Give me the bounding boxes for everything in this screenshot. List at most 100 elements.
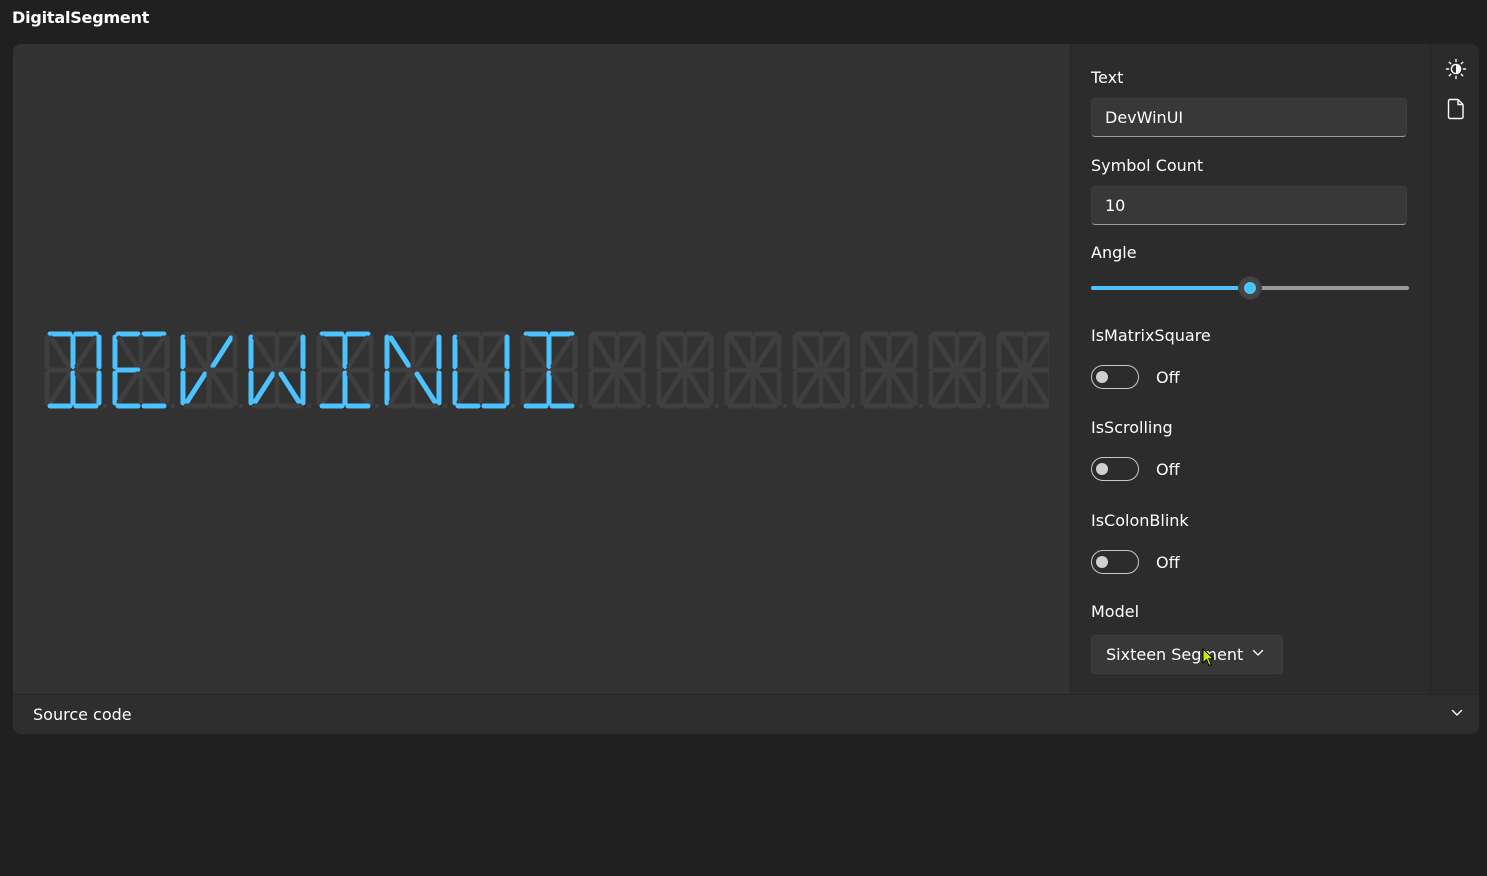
segment — [686, 371, 710, 405]
colon-blink-label: IsColonBlink — [1091, 511, 1189, 530]
segment-digit — [180, 331, 244, 409]
source-code-expander[interactable]: Source code — [13, 694, 1479, 734]
text-label: Text — [1091, 68, 1124, 87]
segment-dot — [782, 403, 788, 409]
model-dropdown[interactable]: Sixteen Segment — [1091, 635, 1283, 674]
segment — [524, 335, 548, 369]
segment-dot — [374, 403, 380, 409]
segment-dot — [986, 403, 992, 409]
segment — [864, 371, 888, 405]
segment — [346, 335, 370, 369]
toggle-knob — [1096, 463, 1108, 475]
slider-fill — [1091, 286, 1250, 290]
segment — [210, 335, 234, 369]
segment — [320, 335, 344, 369]
document-icon — [1447, 98, 1464, 120]
segment — [210, 371, 234, 405]
segment — [890, 335, 914, 369]
segment-digit — [112, 331, 176, 409]
options-panel: Text DevWinUI Symbol Count 10 Angle IsMa… — [1071, 44, 1429, 694]
chevron-down-icon — [1252, 649, 1264, 656]
segment — [252, 371, 276, 405]
segment-dot — [238, 403, 244, 409]
segment-digit — [928, 331, 992, 409]
toggle-switch[interactable] — [1091, 457, 1139, 481]
page-title: DigitalSegment — [12, 8, 150, 27]
theme-toggle-button[interactable] — [1443, 56, 1469, 82]
segment-dot — [918, 403, 924, 409]
segment — [592, 371, 616, 405]
toggle-state-text: Off — [1156, 367, 1180, 387]
colon-blink-toggle[interactable]: Off — [1091, 549, 1180, 575]
segment — [48, 371, 72, 405]
segment — [116, 335, 140, 369]
angle-label: Angle — [1091, 243, 1137, 262]
segment — [74, 335, 98, 369]
source-code-label: Source code — [33, 705, 132, 724]
segment — [932, 335, 956, 369]
preview-area — [13, 44, 1071, 694]
toggle-switch[interactable] — [1091, 550, 1139, 574]
sample-toolbar — [1430, 44, 1479, 694]
symbol-count-input[interactable]: 10 — [1091, 186, 1407, 225]
segment — [48, 335, 72, 369]
segment — [414, 335, 438, 369]
segment — [388, 335, 412, 369]
segment-digit — [316, 331, 380, 409]
segment — [142, 335, 166, 369]
segment — [728, 335, 752, 369]
segment — [822, 371, 846, 405]
segment-dot — [850, 403, 856, 409]
text-input[interactable]: DevWinUI — [1091, 98, 1407, 137]
segment — [278, 371, 302, 405]
segment — [252, 335, 276, 369]
segment — [184, 371, 208, 405]
segment — [550, 371, 574, 405]
segment — [1000, 335, 1024, 369]
segment — [116, 371, 140, 405]
segment — [142, 371, 166, 405]
segment — [346, 371, 370, 405]
segment-digit — [724, 331, 788, 409]
segment — [754, 335, 778, 369]
segment-dot — [170, 403, 176, 409]
segment-digit — [588, 331, 652, 409]
segment-dot — [306, 403, 312, 409]
slider-thumb[interactable] — [1239, 277, 1261, 299]
toggle-state-text: Off — [1156, 552, 1180, 572]
segment-digit — [996, 331, 1049, 409]
matrix-square-toggle[interactable]: Off — [1091, 364, 1180, 390]
segment — [660, 335, 684, 369]
segment-digit — [44, 331, 108, 409]
theme-toggle-icon — [1445, 58, 1467, 80]
segment-dot — [578, 403, 584, 409]
segment — [660, 371, 684, 405]
model-label: Model — [1091, 602, 1140, 621]
segment — [456, 371, 480, 405]
segment — [864, 335, 888, 369]
segment — [550, 335, 574, 369]
segment — [184, 335, 208, 369]
sample-card: Text DevWinUI Symbol Count 10 Angle IsMa… — [13, 44, 1479, 734]
segment — [74, 371, 98, 405]
segment — [456, 335, 480, 369]
model-selected-value: Sixteen Segment — [1106, 645, 1244, 664]
digital-segment-display — [44, 331, 1049, 409]
segment — [618, 335, 642, 369]
angle-slider[interactable] — [1091, 276, 1409, 300]
segment-digit — [860, 331, 924, 409]
segment-dot — [510, 403, 516, 409]
segment — [482, 335, 506, 369]
segment — [1026, 335, 1049, 369]
open-document-button[interactable] — [1443, 96, 1469, 122]
segment — [1026, 371, 1049, 405]
segment — [414, 371, 438, 405]
segment — [686, 335, 710, 369]
segment-dot — [646, 403, 652, 409]
matrix-square-label: IsMatrixSquare — [1091, 326, 1211, 345]
segment — [796, 335, 820, 369]
segment — [796, 371, 820, 405]
segment-digit — [520, 331, 584, 409]
scrolling-toggle[interactable]: Off — [1091, 456, 1180, 482]
toggle-switch[interactable] — [1091, 365, 1139, 389]
